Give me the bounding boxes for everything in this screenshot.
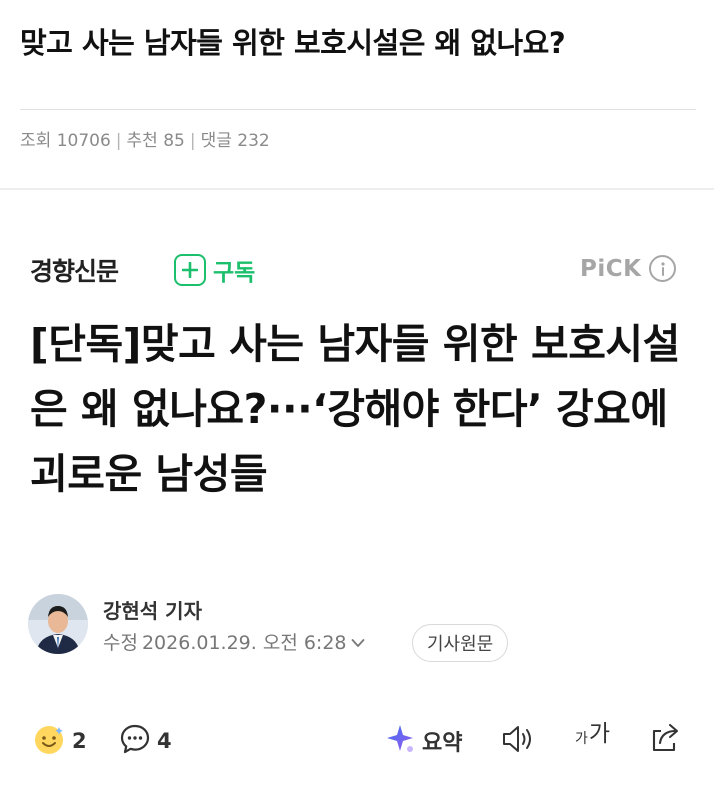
separator: |	[189, 131, 196, 151]
post-meta: 조회 10706 | 추천 85 | 댓글 232	[20, 126, 270, 151]
edited-datetime: 2026.01.29. 오전 6:28	[141, 632, 347, 654]
edited-label: 수정	[103, 632, 138, 654]
font-size-button[interactable]: 가 가	[575, 721, 611, 747]
divider	[20, 109, 696, 110]
chevron-down-icon	[351, 631, 365, 653]
plus-icon	[174, 254, 206, 286]
info-icon[interactable]	[649, 255, 677, 282]
edited-date[interactable]: 수정 2026.01.29. 오전 6:28	[103, 628, 365, 655]
recommend-count: 85	[163, 131, 185, 151]
subscribe-label: 구독	[213, 260, 256, 286]
font-size-icon: 가 가	[575, 721, 611, 747]
summary-button[interactable]: 요약	[384, 723, 462, 759]
post-title: 맞고 사는 남자들 위한 보호시설은 왜 없나요?	[20, 26, 566, 60]
share-button[interactable]	[648, 722, 682, 758]
smile-emoji-icon	[32, 722, 66, 760]
speaker-icon	[501, 724, 537, 758]
reaction-button[interactable]: 2	[32, 722, 87, 760]
summary-label: 요약	[422, 731, 463, 756]
font-large-label: 가	[588, 721, 611, 747]
reporter-avatar[interactable]	[28, 594, 88, 654]
pick-badge[interactable]: PiCK	[580, 255, 677, 282]
comment-count: 4	[157, 729, 172, 753]
comment-bubble-icon	[119, 723, 151, 759]
pick-label: PiCK	[580, 255, 642, 282]
font-small-label: 가	[575, 731, 588, 747]
read-aloud-button[interactable]	[501, 724, 537, 758]
comment-button[interactable]: 4	[119, 723, 172, 759]
recommend-label: 추천	[126, 131, 158, 151]
section-divider	[0, 188, 714, 190]
views-label: 조회	[20, 131, 52, 151]
subscribe-button[interactable]: 구독	[174, 253, 255, 287]
reaction-count: 2	[72, 729, 87, 753]
reporter-name[interactable]: 강현석 기자	[103, 595, 202, 624]
press-logo[interactable]: 경향신문	[30, 252, 119, 288]
views-count: 10706	[56, 131, 111, 151]
separator: |	[115, 131, 122, 151]
share-icon	[648, 722, 682, 758]
summary-sparkle-icon	[384, 723, 416, 759]
article-headline: [단독]맞고 사는 남자들 위한 보호시설은 왜 없나요?···‘강해야 한다’…	[30, 320, 680, 498]
comments-label: 댓글	[200, 131, 232, 151]
original-article-button[interactable]: 기사원문	[412, 624, 509, 662]
comments-count: 232	[237, 131, 270, 151]
